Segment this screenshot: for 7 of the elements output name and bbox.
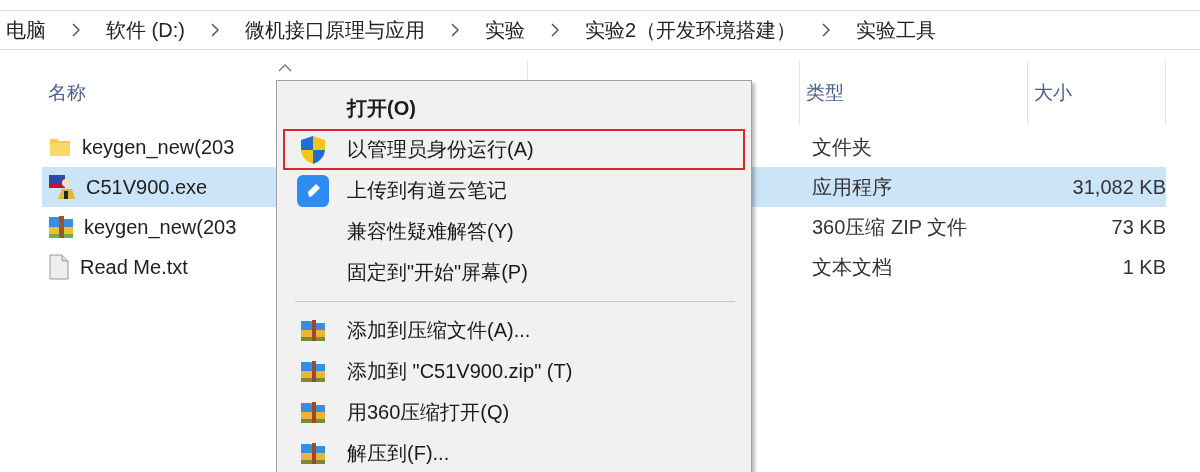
file-type: 应用程序 xyxy=(812,175,892,198)
file-type: 360压缩 ZIP 文件 xyxy=(812,215,968,238)
file-size: 31,082 KB xyxy=(1072,175,1166,198)
file-type: 文本文档 xyxy=(812,255,892,278)
file-size: 73 KB xyxy=(1111,215,1166,238)
file-type: 文件夹 xyxy=(812,135,872,158)
file-size: 1 KB xyxy=(1122,255,1166,278)
